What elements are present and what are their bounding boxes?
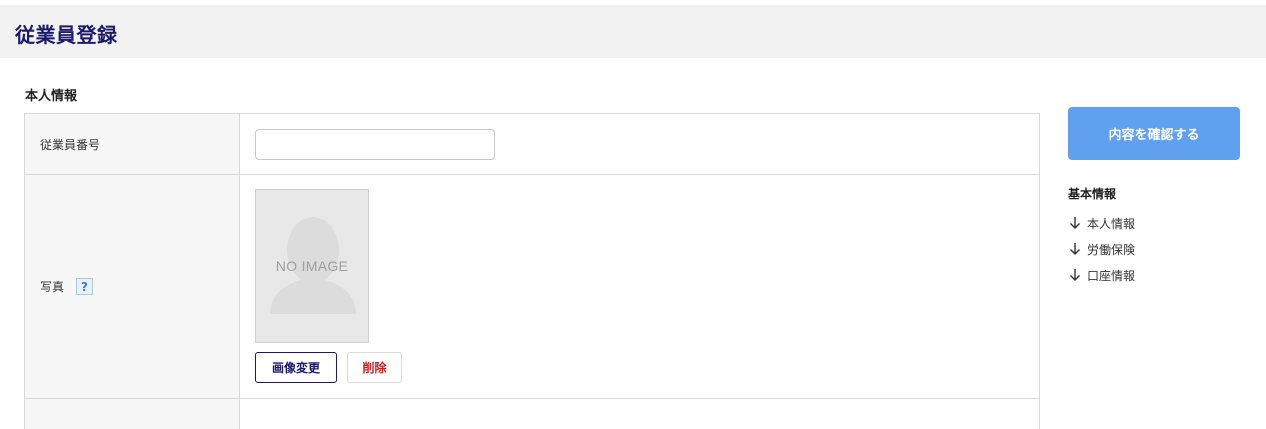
section-title: 本人情報 — [25, 89, 78, 104]
form-row-photo: 写真 ? NO IMAGE 画像変更 削除 — [25, 175, 1039, 399]
page-header: 従業員登録 — [0, 5, 1266, 58]
nav-item-label: 労働保険 — [1087, 242, 1136, 257]
confirm-button[interactable]: 内容を確認する — [1068, 107, 1240, 160]
nav-item-personal-info[interactable]: 本人情報 — [1068, 210, 1135, 236]
photo-placeholder: NO IMAGE — [255, 189, 369, 343]
personal-info-form: 従業員番号 写真 ? NO IMAGE 画像変更 削除 — [24, 113, 1040, 429]
nav-title: 基本情報 — [1068, 187, 1117, 201]
nav-item-label: 本人情報 — [1087, 216, 1136, 231]
nav-item-bank-account[interactable]: 口座情報 — [1068, 262, 1135, 288]
employee-number-label: 従業員番号 — [25, 114, 240, 174]
photo-label: 写真 — [40, 280, 65, 294]
section-nav: 本人情報 労働保険 口座情報 — [1068, 210, 1135, 288]
delete-image-button[interactable]: 削除 — [347, 352, 402, 383]
arrow-down-icon — [1070, 243, 1080, 255]
form-row-employee-number: 従業員番号 — [25, 114, 1039, 175]
arrow-down-icon — [1070, 269, 1080, 281]
help-icon[interactable]: ? — [76, 278, 94, 295]
change-image-button[interactable]: 画像変更 — [255, 352, 337, 383]
nav-item-labor-insurance[interactable]: 労働保険 — [1068, 236, 1135, 262]
arrow-down-icon — [1070, 217, 1080, 229]
no-image-text: NO IMAGE — [275, 258, 349, 274]
employee-number-input[interactable] — [255, 128, 495, 160]
nav-item-label: 口座情報 — [1087, 268, 1136, 283]
page-title: 従業員登録 — [15, 23, 118, 47]
